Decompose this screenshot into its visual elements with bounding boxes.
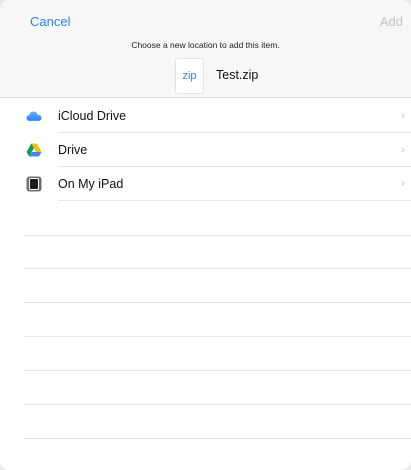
empty-separator xyxy=(24,438,411,439)
location-row-icloud-drive[interactable]: iCloud Drive › xyxy=(0,99,411,133)
locations-list: iCloud Drive › Drive › On My iPad › xyxy=(0,99,411,201)
location-picker-sheet: Cancel Add Choose a new location to add … xyxy=(0,0,411,470)
zip-file-icon: zip xyxy=(175,58,204,94)
empty-separator xyxy=(24,302,411,303)
chevron-right-icon: › xyxy=(401,108,405,122)
sheet-header: Cancel Add Choose a new location to add … xyxy=(0,0,411,98)
google-drive-icon xyxy=(26,142,42,158)
icloud-icon xyxy=(26,108,42,124)
location-row-drive[interactable]: Drive › xyxy=(0,133,411,167)
location-row-on-my-ipad[interactable]: On My iPad › xyxy=(0,167,411,201)
empty-separator xyxy=(24,235,411,236)
add-button[interactable]: Add xyxy=(380,14,403,29)
prompt-text: Choose a new location to add this item. xyxy=(131,40,280,50)
file-type-label: zip xyxy=(182,70,197,82)
empty-separator xyxy=(24,268,411,269)
location-label: Drive xyxy=(58,143,88,157)
ipad-icon xyxy=(26,176,42,192)
empty-separator xyxy=(24,404,411,405)
chevron-right-icon: › xyxy=(401,142,405,156)
empty-separator xyxy=(24,336,411,337)
location-label: On My iPad xyxy=(58,177,124,191)
chevron-right-icon: › xyxy=(401,176,405,190)
empty-separator xyxy=(24,370,411,371)
location-label: iCloud Drive xyxy=(58,109,127,123)
file-name: Test.zip xyxy=(216,68,259,82)
cancel-button[interactable]: Cancel xyxy=(30,14,70,29)
